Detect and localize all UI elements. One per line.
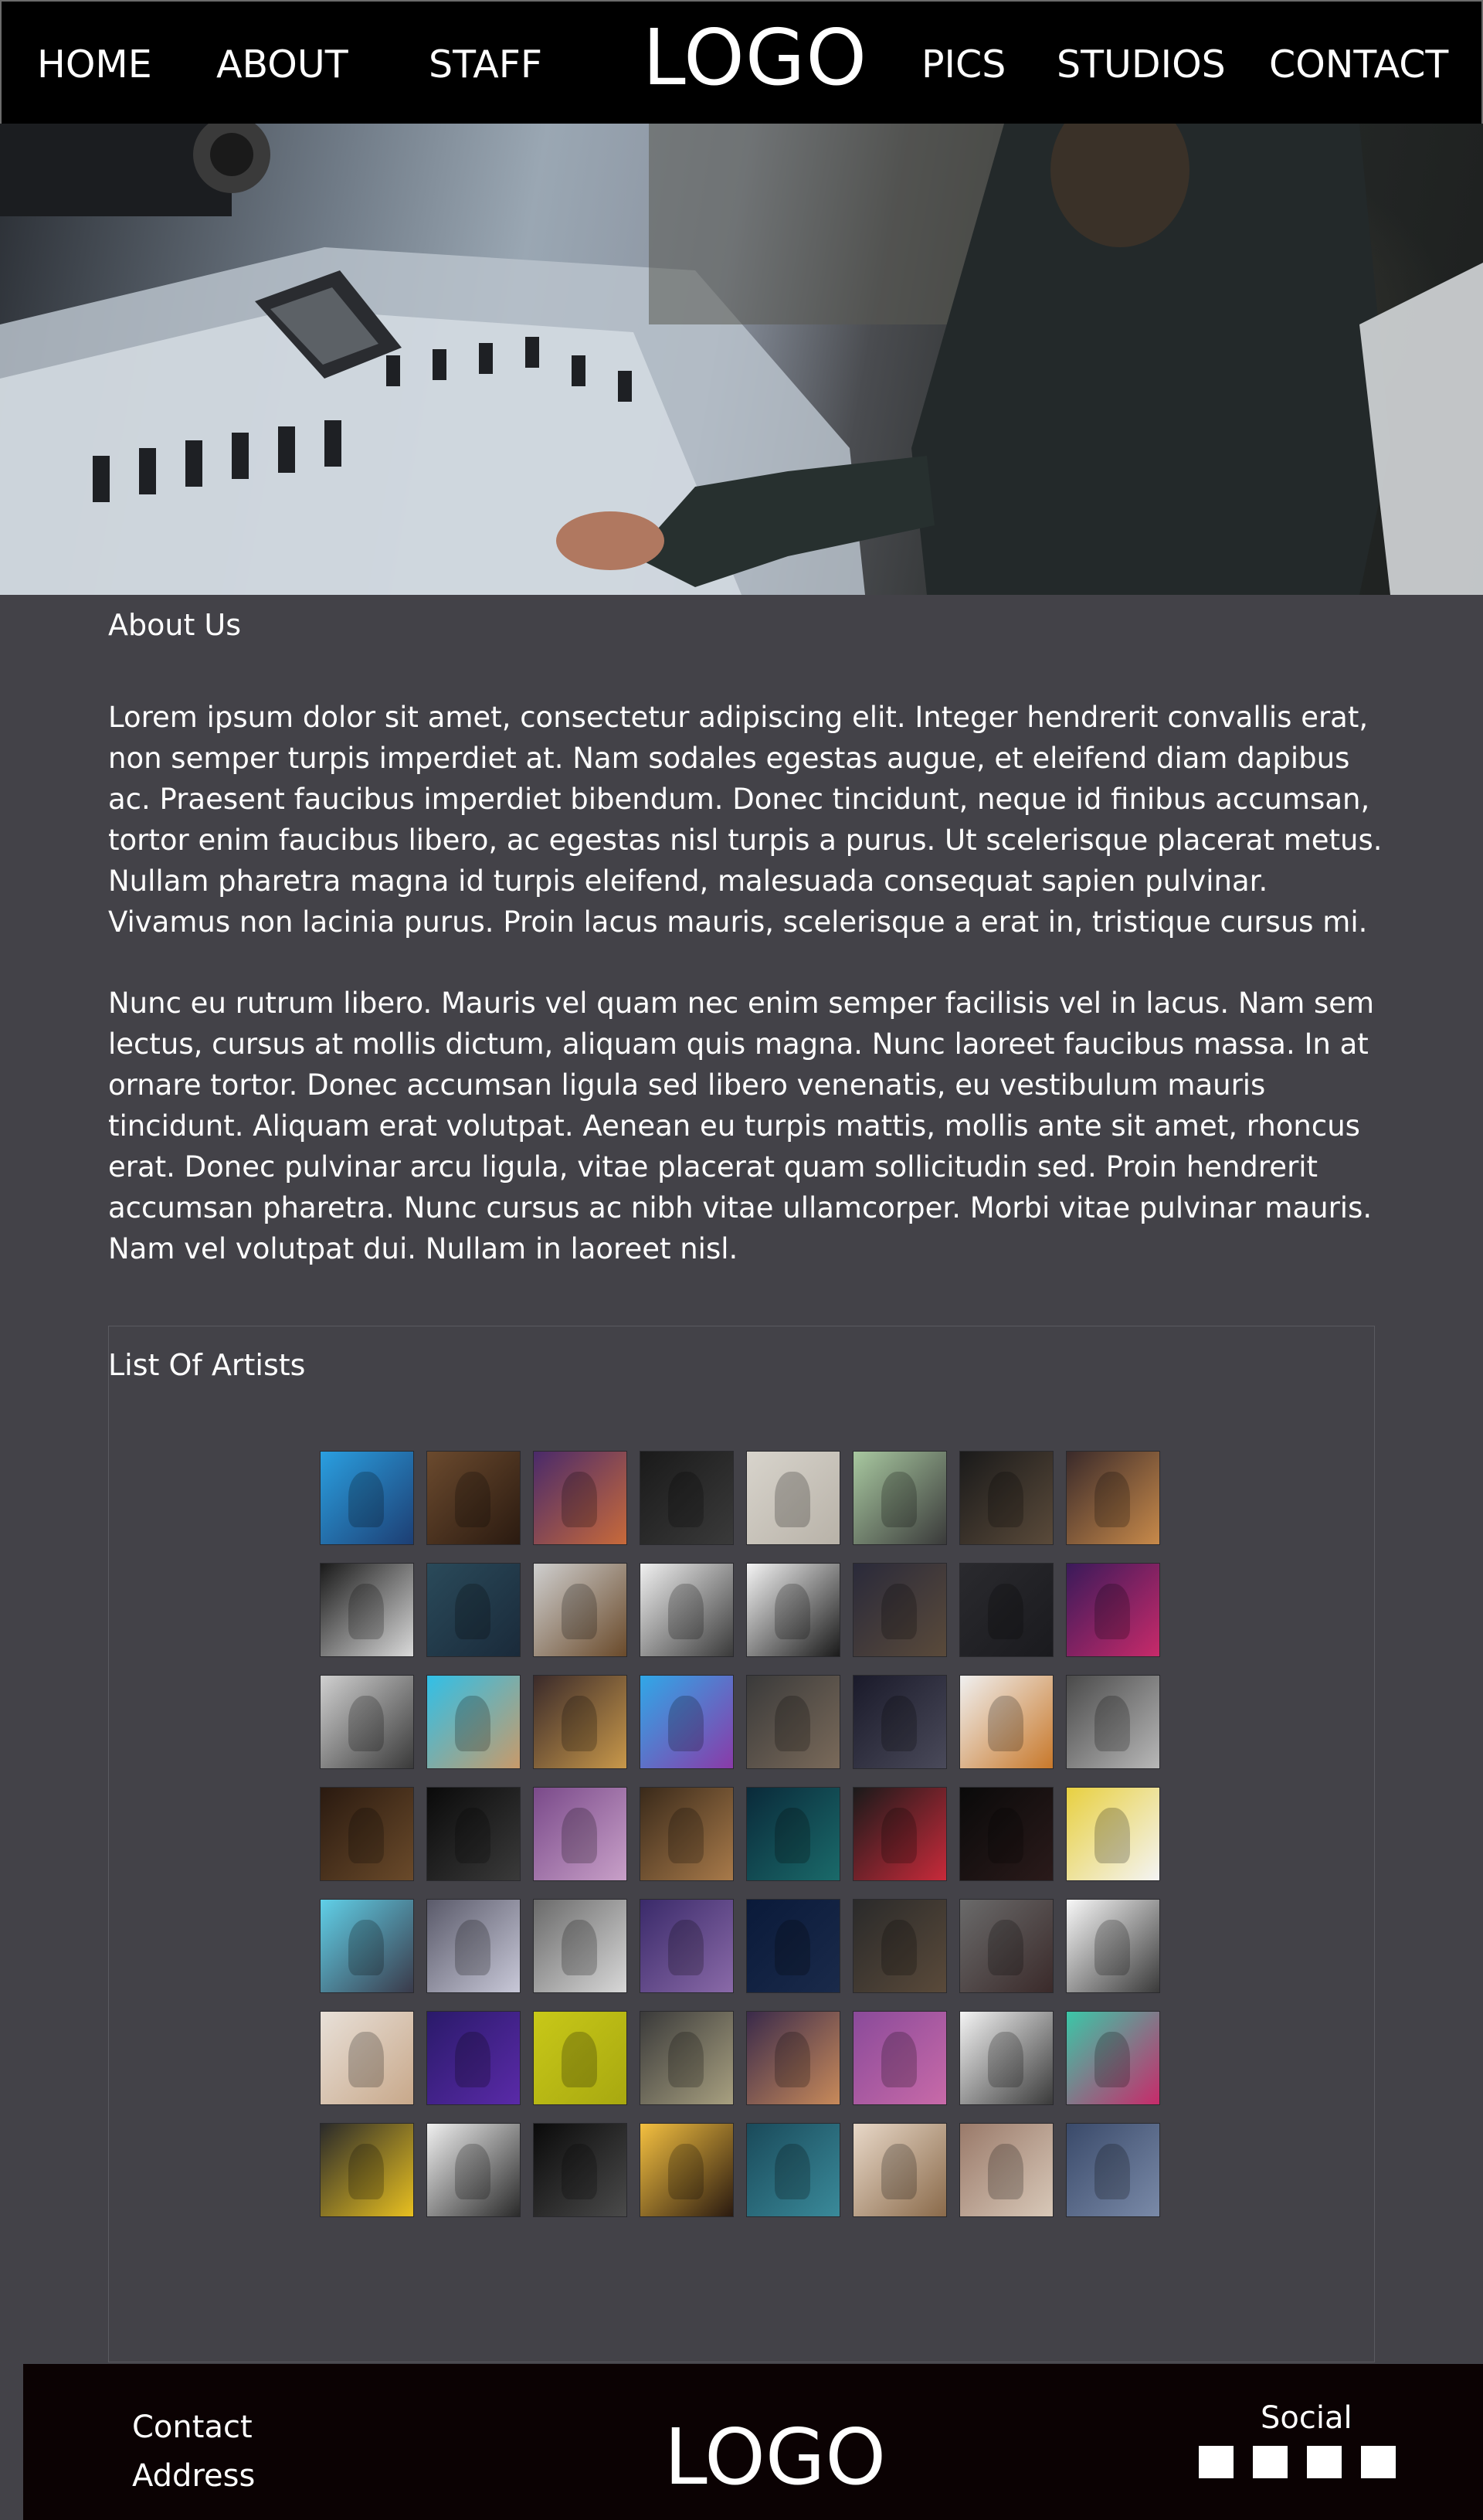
artist-thumbnail[interactable] — [533, 1563, 627, 1657]
artist-thumbnail[interactable] — [426, 2011, 521, 2105]
artist-thumbnail[interactable] — [1066, 1899, 1160, 1993]
artist-thumbnail[interactable] — [853, 1563, 947, 1657]
artist-thumbnail[interactable] — [853, 1451, 947, 1545]
nav-pics-link[interactable]: PICS — [921, 42, 1006, 88]
about-title: About Us — [108, 608, 242, 642]
nav-logo[interactable]: LOGO — [643, 12, 867, 104]
artist-thumbnail[interactable] — [640, 1451, 734, 1545]
artist-thumbnail[interactable] — [959, 1563, 1054, 1657]
artist-thumbnail[interactable] — [853, 1787, 947, 1881]
artists-grid — [320, 1451, 1160, 2217]
nav-home-link[interactable]: HOME — [37, 42, 152, 88]
artist-thumbnail[interactable] — [959, 1787, 1054, 1881]
about-paragraph: Nunc eu rutrum libero. Mauris vel quam n… — [108, 987, 1375, 1265]
artist-thumbnail[interactable] — [320, 1787, 414, 1881]
artist-thumbnail[interactable] — [746, 2011, 840, 2105]
nav-about-link[interactable]: ABOUT — [216, 42, 348, 88]
artist-thumbnail[interactable] — [320, 1675, 414, 1769]
artist-thumbnail[interactable] — [426, 2123, 521, 2217]
artist-thumbnail[interactable] — [959, 1899, 1054, 1993]
artist-thumbnail[interactable] — [640, 1787, 734, 1881]
social-icon[interactable] — [1253, 2446, 1288, 2478]
artist-thumbnail[interactable] — [533, 1899, 627, 1993]
about-paragraph: Lorem ipsum dolor sit amet, consectetur … — [108, 701, 1383, 939]
footer-address-link[interactable]: Address — [132, 2456, 255, 2496]
artist-thumbnail[interactable] — [746, 1451, 840, 1545]
artist-thumbnail[interactable] — [320, 1899, 414, 1993]
footer-social-title: Social — [1261, 2400, 1352, 2436]
nav-staff-link[interactable]: STAFF — [429, 42, 542, 88]
social-icons — [1199, 2446, 1396, 2478]
top-nav: HOME ABOUT STAFF LOGO PICS STUDIOS CONTA… — [0, 0, 1483, 125]
artist-thumbnail[interactable] — [746, 1563, 840, 1657]
artist-thumbnail[interactable] — [853, 2123, 947, 2217]
artist-thumbnail[interactable] — [959, 2123, 1054, 2217]
artist-thumbnail[interactable] — [959, 1451, 1054, 1545]
artist-thumbnail[interactable] — [1066, 1675, 1160, 1769]
artist-thumbnail[interactable] — [959, 1675, 1054, 1769]
artist-thumbnail[interactable] — [853, 1899, 947, 1993]
artist-thumbnail[interactable] — [1066, 2011, 1160, 2105]
footer-contact-link[interactable]: Contact — [132, 2407, 253, 2447]
artist-thumbnail[interactable] — [640, 1563, 734, 1657]
artist-thumbnail[interactable] — [640, 2011, 734, 2105]
studio-console-illustration — [0, 124, 1483, 595]
artists-title: List Of Artists — [108, 1348, 306, 1382]
artist-thumbnail[interactable] — [640, 1675, 734, 1769]
artist-thumbnail[interactable] — [746, 2123, 840, 2217]
artist-thumbnail[interactable] — [853, 2011, 947, 2105]
artist-thumbnail[interactable] — [426, 1675, 521, 1769]
artist-thumbnail[interactable] — [533, 2123, 627, 2217]
artist-thumbnail[interactable] — [533, 1787, 627, 1881]
artist-thumbnail[interactable] — [1066, 1787, 1160, 1881]
artist-thumbnail[interactable] — [1066, 1451, 1160, 1545]
footer: Contact Address LOGO Social — [23, 2364, 1483, 2520]
artist-thumbnail[interactable] — [746, 1675, 840, 1769]
artist-thumbnail[interactable] — [320, 1451, 414, 1545]
artist-thumbnail[interactable] — [959, 2011, 1054, 2105]
artist-thumbnail[interactable] — [533, 1675, 627, 1769]
artist-thumbnail[interactable] — [320, 2123, 414, 2217]
artist-thumbnail[interactable] — [746, 1899, 840, 1993]
artist-thumbnail[interactable] — [426, 1787, 521, 1881]
nav-studios-link[interactable]: STUDIOS — [1057, 42, 1226, 88]
social-icon[interactable] — [1199, 2446, 1234, 2478]
social-icon[interactable] — [1307, 2446, 1342, 2478]
artist-thumbnail[interactable] — [426, 1451, 521, 1545]
artist-thumbnail[interactable] — [426, 1899, 521, 1993]
nav-contact-link[interactable]: CONTACT — [1269, 42, 1448, 88]
artist-thumbnail[interactable] — [533, 2011, 627, 2105]
social-icon[interactable] — [1361, 2446, 1396, 2478]
artist-thumbnail[interactable] — [426, 1563, 521, 1657]
artist-thumbnail[interactable] — [640, 2123, 734, 2217]
artist-thumbnail[interactable] — [746, 1787, 840, 1881]
artist-thumbnail[interactable] — [640, 1899, 734, 1993]
artist-thumbnail[interactable] — [320, 2011, 414, 2105]
artist-thumbnail[interactable] — [1066, 2123, 1160, 2217]
artist-thumbnail[interactable] — [1066, 1563, 1160, 1657]
artist-thumbnail[interactable] — [853, 1675, 947, 1769]
artist-thumbnail[interactable] — [533, 1451, 627, 1545]
hero-image — [0, 124, 1483, 595]
artist-thumbnail[interactable] — [320, 1563, 414, 1657]
footer-logo: LOGO — [664, 2412, 887, 2502]
